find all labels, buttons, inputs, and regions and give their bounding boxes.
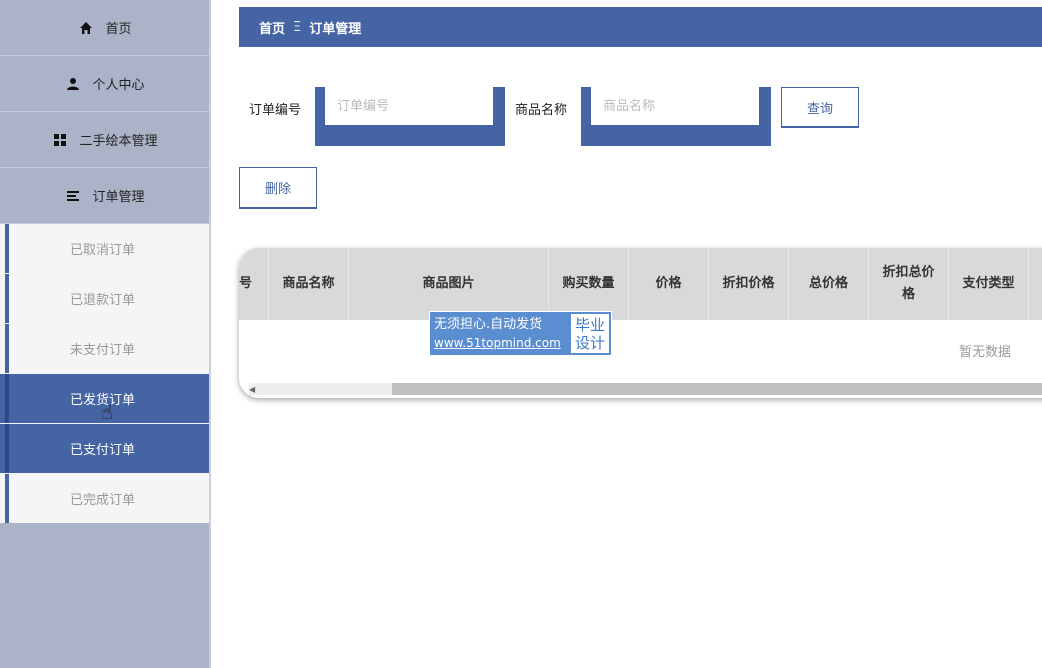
col-product-name: 商品名称 <box>269 248 349 320</box>
watermark-badge: 毕业 设计 <box>571 314 609 353</box>
col-discount-total-price: 折扣总价格 <box>869 248 949 320</box>
submenu-refunded-orders[interactable]: 已退款订单 <box>0 274 209 323</box>
list-icon <box>64 187 82 205</box>
product-name-input[interactable] <box>591 87 759 125</box>
breadcrumb: 首页 Ξ 订单管理 <box>239 7 1042 47</box>
col-discount-price: 折扣价格 <box>709 248 789 320</box>
col-price: 价格 <box>629 248 709 320</box>
watermark-url: www.51topmind.com <box>434 335 561 350</box>
scrollbar-thumb[interactable] <box>392 383 1042 395</box>
table-header: 号 商品名称 商品图片 购买数量 价格 折扣价格 总价格 折扣总价格 支付类型 <box>239 248 1042 320</box>
menu-item-home[interactable]: 首页 <box>0 0 209 56</box>
user-icon <box>64 75 82 93</box>
product-name-label: 商品名称 <box>515 103 568 118</box>
watermark-ad: 无须担心.自动发货 www.51topmind.com 毕业 设计 <box>429 311 612 356</box>
menu-item-orders[interactable]: 订单管理 <box>0 168 209 224</box>
col-product-image: 商品图片 <box>349 248 549 320</box>
menu-item-label: 个人中心 <box>92 78 145 93</box>
scroll-left-arrow-icon[interactable]: ◀ <box>249 383 259 395</box>
hand-cursor-icon: ☝ <box>101 400 114 424</box>
submenu-label: 已支付订单 <box>70 443 136 458</box>
submenu-unpaid-orders[interactable]: 未支付订单 <box>0 324 209 373</box>
submenu-completed-orders[interactable]: 已完成订单 <box>0 474 209 523</box>
orders-table: 号 商品名称 商品图片 购买数量 价格 折扣价格 总价格 折扣总价格 支付类型 … <box>239 248 1042 398</box>
order-no-input[interactable] <box>325 87 493 125</box>
watermark-badge-line1: 毕业 <box>574 315 605 334</box>
submenu-label: 已取消订单 <box>70 243 136 258</box>
submenu-cancelled-orders[interactable]: 已取消订单 <box>0 224 209 273</box>
breadcrumb-current: 订单管理 <box>309 21 362 37</box>
horizontal-scrollbar[interactable]: ◀ <box>249 383 1042 395</box>
orders-submenu: 已取消订单 已退款订单 未支付订单 已发货订单 已支付订单 已完成订单 <box>0 224 209 523</box>
col-more <box>1029 248 1042 320</box>
col-quantity: 购买数量 <box>549 248 629 320</box>
submenu-label: 未支付订单 <box>70 343 136 358</box>
submenu-paid-orders[interactable]: 已支付订单 <box>0 424 209 473</box>
home-icon <box>77 19 95 37</box>
menu-item-label: 二手绘本管理 <box>79 134 158 149</box>
menu-item-label: 首页 <box>105 22 132 37</box>
col-total-price: 总价格 <box>789 248 869 320</box>
menu-item-picturebook[interactable]: 二手绘本管理 <box>0 112 209 168</box>
col-payment-type: 支付类型 <box>949 248 1029 320</box>
menu-item-profile[interactable]: 个人中心 <box>0 56 209 112</box>
empty-state-text: 暂无数据 <box>959 345 1012 360</box>
product-name-field-wrap <box>581 87 771 146</box>
query-button[interactable]: 查询 <box>781 87 859 128</box>
submenu-label: 已完成订单 <box>70 493 136 508</box>
breadcrumb-separator-icon: Ξ <box>293 19 302 35</box>
submenu-label: 已退款订单 <box>70 293 136 308</box>
delete-button[interactable]: 删除 <box>239 167 317 209</box>
grid-icon <box>51 131 69 149</box>
watermark-line1: 无须担心.自动发货 <box>434 316 543 332</box>
col-order-no: 号 <box>239 248 269 320</box>
breadcrumb-home[interactable]: 首页 <box>259 18 285 37</box>
watermark-badge-line2: 设计 <box>574 333 605 352</box>
watermark-text: 无须担心.自动发货 www.51topmind.com <box>430 312 569 355</box>
order-no-label: 订单编号 <box>249 103 302 118</box>
order-no-field-wrap <box>315 87 505 146</box>
sidebar: 首页 个人中心 二手绘本管理 订单管理 已取消订单 已退款订单 未支付订单 已发… <box>0 0 211 668</box>
menu-item-label: 订单管理 <box>92 190 145 205</box>
